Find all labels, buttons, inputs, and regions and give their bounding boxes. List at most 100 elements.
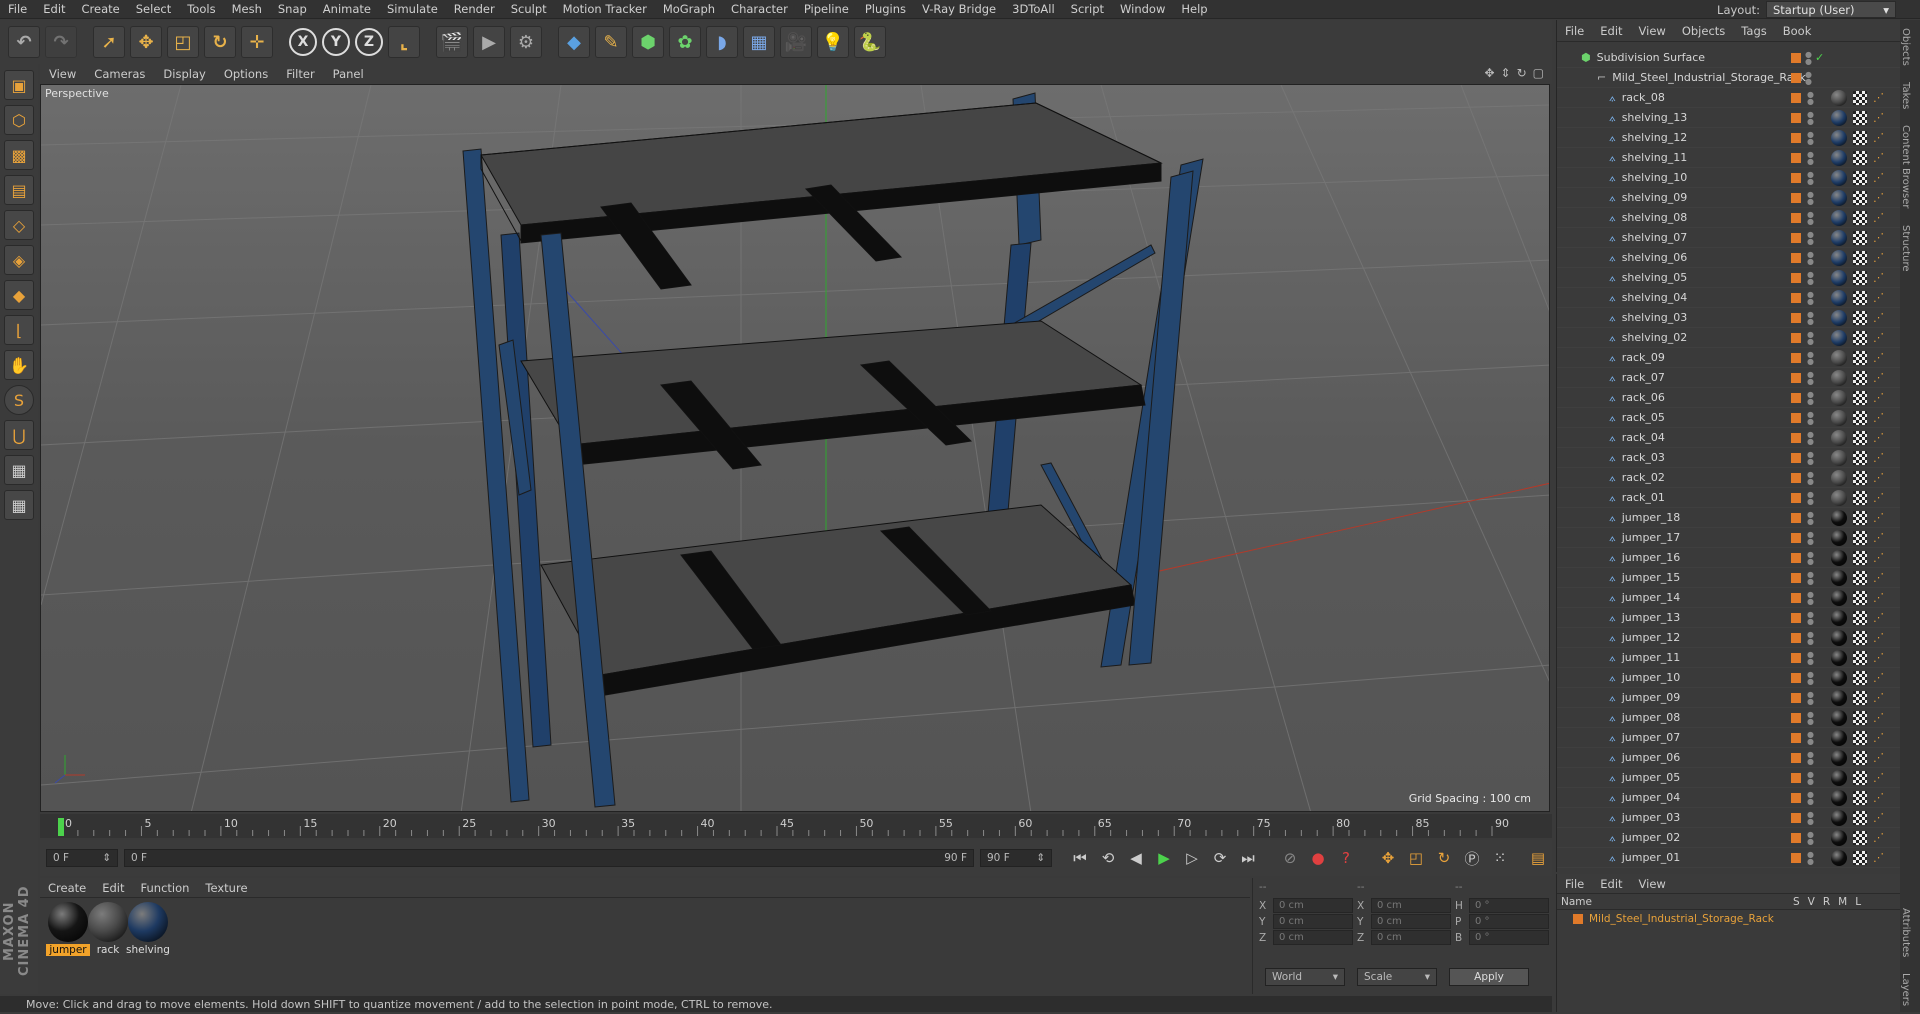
camera-button[interactable]: 🎥: [780, 26, 812, 58]
previous-key-button[interactable]: ⟲: [1096, 846, 1120, 870]
phong-tag-icon[interactable]: ⋰: [1873, 151, 1884, 164]
visibility-toggle[interactable]: ● ●: [1807, 451, 1813, 465]
material-tag-icon[interactable]: [1831, 130, 1847, 146]
visibility-toggle[interactable]: ● ●: [1805, 51, 1811, 65]
layer-menu-view[interactable]: View: [1631, 877, 1674, 891]
uvw-tag-icon[interactable]: [1853, 231, 1867, 245]
uvw-tag-icon[interactable]: [1853, 431, 1867, 445]
material-tag-icon[interactable]: [1831, 430, 1847, 446]
viewport-menu-options[interactable]: Options: [215, 67, 277, 81]
object-row[interactable]: ⟑jumper_03● ●⋰: [1557, 808, 1901, 828]
phong-tag-icon[interactable]: ⋰: [1873, 411, 1884, 424]
menu-item-v-ray-bridge[interactable]: V-Ray Bridge: [914, 2, 1004, 16]
object-row[interactable]: ⟑rack_08● ●⋰: [1557, 88, 1901, 108]
layer-menu-edit[interactable]: Edit: [1592, 877, 1630, 891]
side-tab-layers[interactable]: Layers: [1900, 965, 1911, 1014]
menu-item-snap[interactable]: Snap: [270, 2, 315, 16]
uvw-tag-icon[interactable]: [1853, 851, 1867, 865]
material-tag-icon[interactable]: [1831, 770, 1847, 786]
coord-value-field[interactable]: 0 °: [1469, 898, 1549, 913]
visibility-toggle[interactable]: ● ●: [1805, 71, 1811, 85]
uvw-tag-icon[interactable]: [1853, 731, 1867, 745]
phong-tag-icon[interactable]: ⋰: [1873, 511, 1884, 524]
visibility-toggle[interactable]: ● ●: [1807, 711, 1813, 725]
material-tag-icon[interactable]: [1831, 730, 1847, 746]
material-menu-function[interactable]: Function: [133, 881, 198, 895]
coord-value-field[interactable]: 0 cm: [1371, 914, 1451, 929]
visibility-toggle[interactable]: ● ●: [1807, 231, 1813, 245]
material-swatch[interactable]: jumper: [46, 902, 90, 956]
phong-tag-icon[interactable]: ⋰: [1873, 91, 1884, 104]
menu-item-create[interactable]: Create: [74, 2, 128, 16]
y-axis-lock-button[interactable]: Y: [322, 28, 350, 56]
material-tag-icon[interactable]: [1831, 190, 1847, 206]
visibility-toggle[interactable]: ● ●: [1807, 271, 1813, 285]
visibility-toggle[interactable]: ● ●: [1807, 731, 1813, 745]
phong-tag-icon[interactable]: ⋰: [1873, 571, 1884, 584]
object-row[interactable]: ⟑shelving_07● ●⋰: [1557, 228, 1901, 248]
visibility-toggle[interactable]: ● ●: [1807, 671, 1813, 685]
perspective-viewport[interactable]: Perspective Grid Spacing : 100 cm: [40, 84, 1550, 812]
visibility-toggle[interactable]: ● ●: [1807, 491, 1813, 505]
recent-tool-button[interactable]: ✛: [241, 26, 273, 58]
menu-item-animate[interactable]: Animate: [315, 2, 379, 16]
object-row[interactable]: ⟑shelving_03● ●⋰: [1557, 308, 1901, 328]
record-active-objects-button[interactable]: ●: [1306, 846, 1330, 870]
pen-spline-button[interactable]: ✎: [595, 26, 627, 58]
phong-tag-icon[interactable]: ⋰: [1873, 851, 1884, 864]
material-swatch[interactable]: shelving: [126, 902, 170, 956]
object-row[interactable]: ⟑rack_04● ●⋰: [1557, 428, 1901, 448]
phong-tag-icon[interactable]: ⋰: [1873, 391, 1884, 404]
key-point-level-button[interactable]: ⁙: [1488, 846, 1512, 870]
material-tag-icon[interactable]: [1831, 310, 1847, 326]
object-row[interactable]: ⟑jumper_06● ●⋰: [1557, 748, 1901, 768]
uvw-tag-icon[interactable]: [1853, 751, 1867, 765]
move-tool-button[interactable]: ✥: [130, 26, 162, 58]
visibility-toggle[interactable]: ● ●: [1807, 211, 1813, 225]
material-tag-icon[interactable]: [1831, 830, 1847, 846]
uvw-tag-icon[interactable]: [1853, 811, 1867, 825]
material-tag-icon[interactable]: [1831, 590, 1847, 606]
timeline-window-button[interactable]: ▤: [1526, 846, 1550, 870]
uvw-tag-icon[interactable]: [1853, 831, 1867, 845]
menu-item-tools[interactable]: Tools: [179, 2, 223, 16]
redo-button[interactable]: ↷: [45, 26, 77, 58]
render-to-picture-viewer-button[interactable]: ▶: [473, 26, 505, 58]
axis-mode-button[interactable]: ⌊: [4, 315, 34, 345]
light-button[interactable]: 💡: [817, 26, 849, 58]
previous-frame-button[interactable]: ◀: [1124, 846, 1148, 870]
uvw-tag-icon[interactable]: [1853, 651, 1867, 665]
uvw-tag-icon[interactable]: [1853, 551, 1867, 565]
phong-tag-icon[interactable]: ⋰: [1873, 371, 1884, 384]
phong-tag-icon[interactable]: ⋰: [1873, 351, 1884, 364]
material-tag-icon[interactable]: [1831, 530, 1847, 546]
phong-tag-icon[interactable]: ⋰: [1873, 111, 1884, 124]
coord-value-field[interactable]: 0 °: [1469, 914, 1549, 929]
visibility-toggle[interactable]: ● ●: [1807, 351, 1813, 365]
object-row[interactable]: ⟑jumper_08● ●⋰: [1557, 708, 1901, 728]
side-tab-objects[interactable]: Objects: [1900, 20, 1911, 74]
magnet-icon[interactable]: ⋃: [4, 420, 34, 450]
texture-mode-button[interactable]: ▩: [4, 140, 34, 170]
uvw-tag-icon[interactable]: [1853, 271, 1867, 285]
object-row[interactable]: ⟑jumper_11● ●⋰: [1557, 648, 1901, 668]
floor-object-button[interactable]: ▦: [743, 26, 775, 58]
viewport-menu-filter[interactable]: Filter: [277, 67, 323, 81]
uvw-tag-icon[interactable]: [1853, 451, 1867, 465]
object-row[interactable]: ⟑shelving_06● ●⋰: [1557, 248, 1901, 268]
visibility-toggle[interactable]: ● ●: [1807, 591, 1813, 605]
uvw-tag-icon[interactable]: [1853, 251, 1867, 265]
phong-tag-icon[interactable]: ⋰: [1873, 331, 1884, 344]
visibility-toggle[interactable]: ● ●: [1807, 791, 1813, 805]
material-tag-icon[interactable]: [1831, 390, 1847, 406]
object-row[interactable]: ⟑shelving_13● ●⋰: [1557, 108, 1901, 128]
play-button[interactable]: ▶: [1152, 846, 1176, 870]
rotate-tool-button[interactable]: ↻: [204, 26, 236, 58]
object-row[interactable]: ⟑rack_06● ●⋰: [1557, 388, 1901, 408]
visibility-toggle[interactable]: ● ●: [1807, 771, 1813, 785]
object-row[interactable]: ⟑shelving_11● ●⋰: [1557, 148, 1901, 168]
deformer-button[interactable]: ◗: [706, 26, 738, 58]
layer-menu-file[interactable]: File: [1557, 877, 1592, 891]
menu-item-plugins[interactable]: Plugins: [857, 2, 914, 16]
scale-tool-button[interactable]: ◰: [167, 26, 199, 58]
